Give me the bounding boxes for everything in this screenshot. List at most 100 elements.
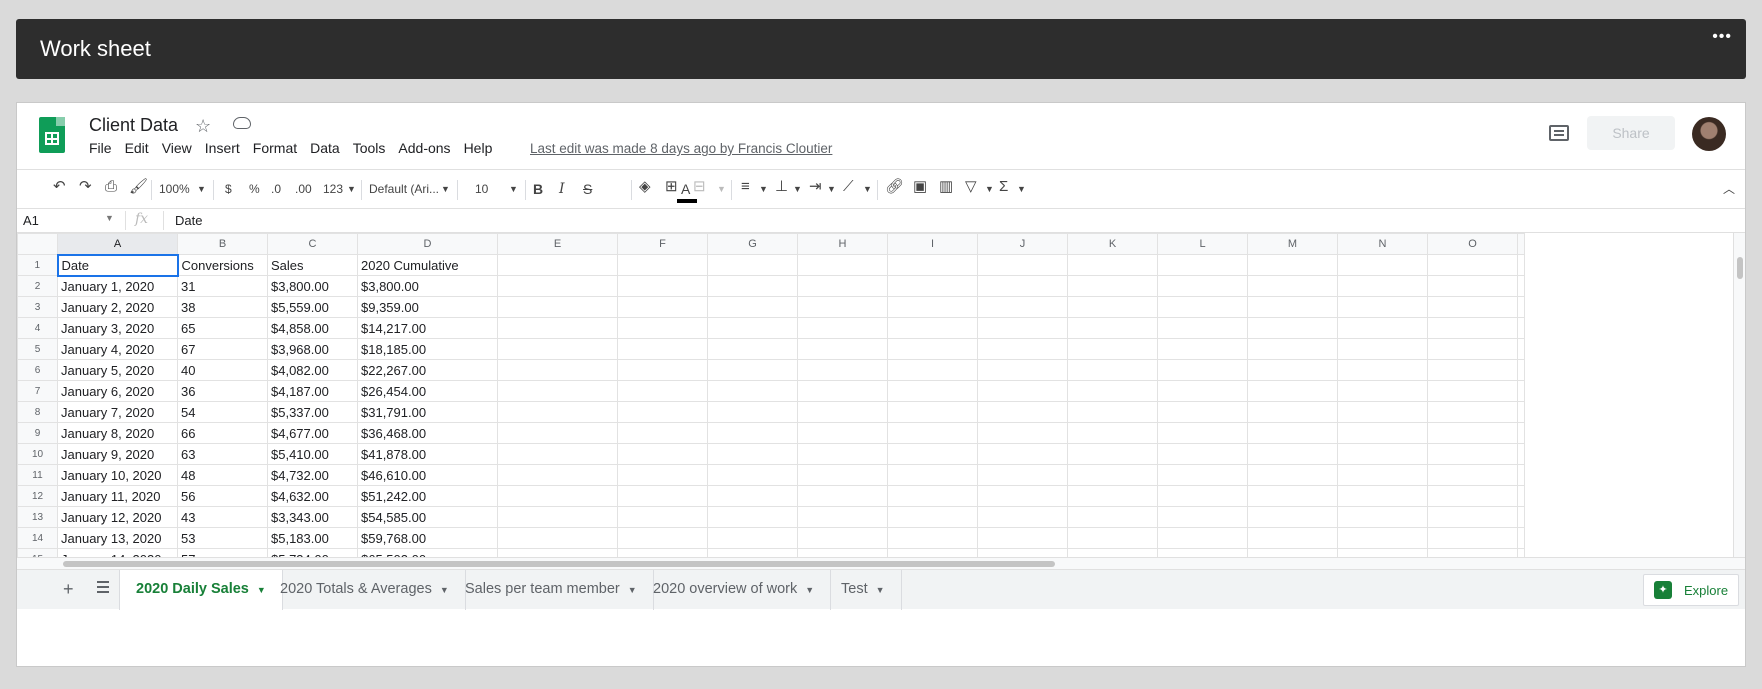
table-cell[interactable] (797, 338, 888, 360)
table-cell[interactable]: $3,968.00 (267, 338, 358, 360)
table-cell[interactable]: January 8, 2020 (57, 422, 178, 444)
table-cell[interactable]: 31 (177, 275, 268, 297)
tab-sales-per-team-member[interactable]: Sales per team member ▼ (449, 570, 654, 610)
table-cell[interactable] (617, 380, 708, 402)
table-cell[interactable] (1337, 422, 1428, 444)
table-cell[interactable] (1517, 401, 1525, 423)
tab-test[interactable]: Test ▼ (825, 570, 902, 610)
table-cell[interactable] (1427, 296, 1518, 318)
menu-edit[interactable]: Edit (125, 140, 149, 156)
table-cell[interactable]: 57 (177, 548, 268, 557)
table-cell[interactable] (977, 401, 1068, 423)
table-cell[interactable] (1517, 506, 1525, 528)
table-cell[interactable] (797, 422, 888, 444)
table-cell[interactable]: January 1, 2020 (57, 275, 178, 297)
row-header[interactable]: 7 (17, 380, 58, 402)
table-cell[interactable]: 36 (177, 380, 268, 402)
table-cell[interactable]: 43 (177, 506, 268, 528)
currency-button[interactable]: $ (225, 181, 232, 197)
table-cell[interactable]: January 9, 2020 (57, 443, 178, 465)
table-cell[interactable] (1337, 548, 1428, 557)
percent-button[interactable]: % (249, 181, 260, 197)
table-cell[interactable] (797, 380, 888, 402)
table-cell[interactable] (1157, 506, 1248, 528)
column-header-m[interactable]: M (1247, 233, 1338, 255)
table-cell[interactable]: January 11, 2020 (57, 485, 178, 507)
vertical-align-icon[interactable]: ⊥ (775, 179, 788, 195)
table-cell[interactable] (1067, 443, 1158, 465)
table-cell[interactable] (497, 527, 618, 549)
table-cell[interactable]: $5,559.00 (267, 296, 358, 318)
table-cell[interactable] (977, 296, 1068, 318)
row-header[interactable]: 1 (17, 254, 58, 276)
table-cell[interactable] (1067, 485, 1158, 507)
row-header[interactable]: 8 (17, 401, 58, 423)
table-cell[interactable] (1337, 338, 1428, 360)
fill-color-icon[interactable]: ◈ (639, 179, 651, 195)
table-cell[interactable] (617, 527, 708, 549)
table-cell[interactable] (1067, 296, 1158, 318)
column-header-a[interactable]: A (57, 233, 178, 255)
table-cell[interactable] (977, 485, 1068, 507)
table-cell[interactable] (617, 275, 708, 297)
table-cell[interactable] (1427, 275, 1518, 297)
table-cell[interactable] (797, 296, 888, 318)
table-cell[interactable]: $4,732.00 (267, 464, 358, 486)
column-header-h[interactable]: H (797, 233, 888, 255)
table-cell[interactable]: $31,791.00 (357, 401, 498, 423)
table-cell[interactable] (1067, 359, 1158, 381)
table-cell[interactable]: $5,410.00 (267, 443, 358, 465)
table-cell[interactable] (707, 296, 798, 318)
table-cell[interactable] (887, 254, 978, 276)
avatar[interactable] (1692, 117, 1726, 151)
table-cell[interactable] (797, 317, 888, 339)
table-cell[interactable] (1067, 275, 1158, 297)
chevron-down-icon[interactable]: ▼ (876, 585, 885, 595)
menu-addons[interactable]: Add-ons (398, 140, 450, 156)
table-cell[interactable] (1427, 380, 1518, 402)
chevron-down-icon[interactable]: ▼ (863, 181, 872, 197)
table-cell[interactable] (1157, 548, 1248, 557)
menu-help[interactable]: Help (464, 140, 493, 156)
menu-tools[interactable]: Tools (353, 140, 386, 156)
chevron-down-icon[interactable]: ▼ (628, 585, 637, 595)
table-cell[interactable]: 54 (177, 401, 268, 423)
table-cell[interactable] (797, 443, 888, 465)
table-cell[interactable] (497, 275, 618, 297)
table-cell[interactable] (1247, 296, 1338, 318)
table-cell[interactable] (707, 527, 798, 549)
table-cell[interactable]: January 2, 2020 (57, 296, 178, 318)
table-cell[interactable] (887, 401, 978, 423)
table-cell[interactable] (1427, 422, 1518, 444)
vertical-scrollbar[interactable] (1733, 233, 1745, 557)
table-cell[interactable] (497, 380, 618, 402)
column-header-j[interactable]: J (977, 233, 1068, 255)
menu-insert[interactable]: Insert (205, 140, 240, 156)
row-header[interactable]: 6 (17, 359, 58, 381)
table-cell[interactable] (887, 359, 978, 381)
table-cell[interactable] (1157, 296, 1248, 318)
table-cell[interactable] (1157, 317, 1248, 339)
tab-2020-totals-averages[interactable]: 2020 Totals & Averages ▼ (264, 570, 466, 610)
scrollbar-thumb[interactable] (63, 561, 1055, 567)
chevron-down-icon[interactable]: ▼ (347, 181, 356, 197)
document-title[interactable]: Client Data (89, 115, 178, 136)
table-cell[interactable] (1157, 359, 1248, 381)
table-cell[interactable] (1247, 422, 1338, 444)
row-header[interactable]: 12 (17, 485, 58, 507)
table-cell[interactable] (1427, 464, 1518, 486)
table-cell[interactable]: January 14, 2020 (57, 548, 178, 557)
table-cell[interactable] (1517, 380, 1525, 402)
table-cell[interactable] (797, 275, 888, 297)
table-cell[interactable]: 48 (177, 464, 268, 486)
table-cell[interactable] (797, 506, 888, 528)
table-cell[interactable] (887, 464, 978, 486)
tab-2020-overview-of-work[interactable]: 2020 overview of work ▼ (637, 570, 832, 610)
horizontal-align-icon[interactable]: ≡ (741, 179, 750, 195)
chevron-down-icon[interactable]: ▼ (1017, 181, 1026, 197)
table-cell[interactable] (977, 338, 1068, 360)
table-cell[interactable]: $4,677.00 (267, 422, 358, 444)
select-all-corner[interactable] (17, 233, 58, 255)
table-cell[interactable] (707, 506, 798, 528)
undo-icon[interactable]: ↶ (53, 179, 66, 195)
